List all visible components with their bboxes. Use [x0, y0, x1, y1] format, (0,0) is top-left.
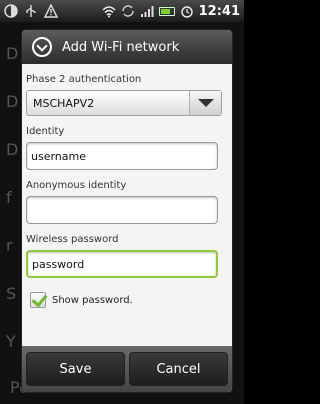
- dropdown-arrow-icon[interactable]: [189, 91, 221, 115]
- chevron-down-icon: [32, 37, 52, 57]
- show-password-row[interactable]: Show password.: [26, 292, 226, 308]
- battery-icon: [158, 6, 175, 16]
- list-item: r: [6, 236, 13, 255]
- clock: 12:41: [198, 3, 240, 19]
- usb-icon: [26, 5, 36, 17]
- status-left: [4, 4, 58, 18]
- phase2-select[interactable]: MSCHAPV2: [26, 90, 222, 116]
- phase2-value: MSCHAPV2: [33, 96, 95, 110]
- wireless-password-input[interactable]: [26, 250, 218, 278]
- wifi-icon: [102, 6, 116, 18]
- list-item: S: [6, 284, 17, 303]
- list-item: f: [6, 188, 12, 207]
- anonymous-identity-label: Anonymous identity: [26, 180, 127, 191]
- dialog-footer: Save Cancel: [22, 346, 232, 392]
- identity-input[interactable]: [26, 142, 218, 170]
- status-bar: 12:41: [0, 0, 244, 22]
- list-item: D: [6, 44, 19, 63]
- cancel-button[interactable]: Cancel: [129, 352, 228, 386]
- list-item: D: [6, 140, 19, 159]
- dialog-title: Add Wi-Fi network: [62, 39, 180, 55]
- list-item: Y: [6, 332, 16, 351]
- save-button[interactable]: Save: [26, 352, 125, 386]
- show-password-checkbox[interactable]: [30, 292, 46, 308]
- sync-icon: [121, 5, 134, 17]
- show-password-label: Show password.: [52, 294, 133, 306]
- progress-icon: [4, 4, 18, 18]
- anonymous-identity-input[interactable]: [26, 196, 218, 224]
- phase2-label: Phase 2 authentication: [26, 74, 142, 85]
- identity-label: Identity: [26, 126, 65, 137]
- signal-icon: [140, 6, 154, 17]
- wireless-password-label: Wireless password: [26, 234, 119, 245]
- warning-icon: [44, 4, 58, 18]
- alarm-icon: [180, 6, 193, 18]
- dialog-header: Add Wi-Fi network: [22, 30, 232, 64]
- add-wifi-dialog: Add Wi-Fi network Phase 2 authentication…: [22, 30, 232, 392]
- dialog-body: Phase 2 authentication MSCHAPV2 Identity…: [22, 64, 232, 308]
- status-right: 12:41: [102, 4, 240, 19]
- list-item: D: [6, 92, 19, 111]
